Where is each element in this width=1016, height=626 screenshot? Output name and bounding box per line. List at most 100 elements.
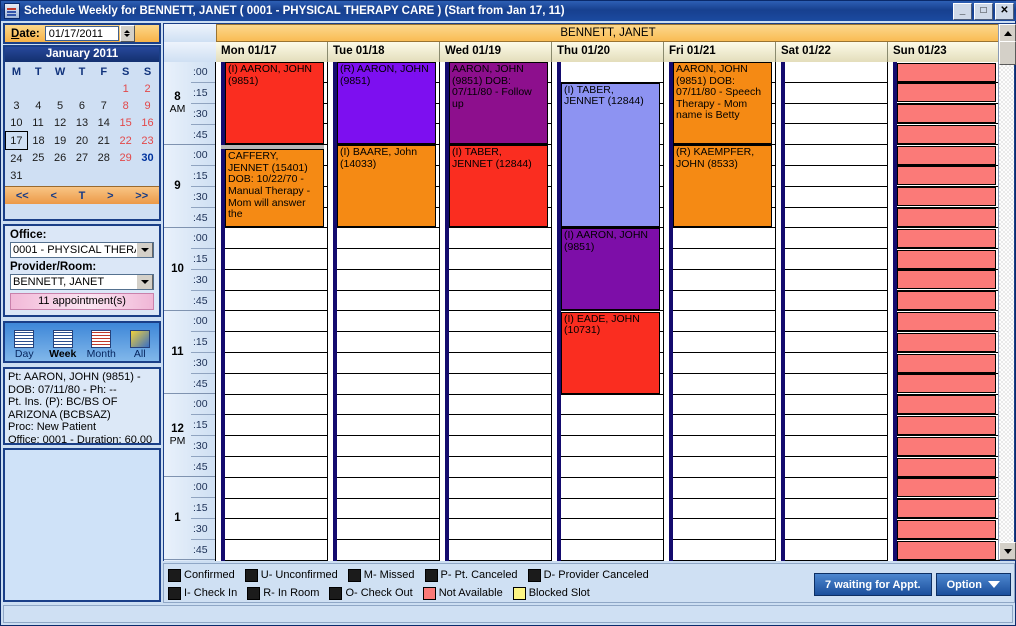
time-slot[interactable] [333,478,439,499]
scroll-down-button[interactable] [999,542,1016,560]
day-header[interactable]: Fri 01/21 [664,42,776,62]
time-slot[interactable] [781,187,887,208]
calendar-day-cell[interactable]: 6 [71,97,93,114]
date-input[interactable]: 01/17/2011 [44,26,119,41]
time-slot[interactable] [333,415,439,437]
time-slot[interactable] [781,104,887,125]
time-slot[interactable] [557,540,663,561]
time-slot[interactable] [445,457,551,478]
chevron-down-icon[interactable] [136,243,153,257]
time-slot[interactable] [781,83,887,104]
vertical-scrollbar[interactable] [998,24,1016,560]
time-slot[interactable] [669,436,775,458]
time-slot[interactable] [557,499,663,520]
cal-next-button[interactable]: > [107,190,113,202]
scroll-up-button[interactable] [999,24,1016,42]
time-slot[interactable] [781,124,887,146]
time-slot[interactable] [669,374,775,395]
time-slot[interactable] [557,415,663,437]
time-slot[interactable] [557,436,663,458]
time-slot[interactable] [781,228,887,250]
time-slot[interactable] [221,457,327,478]
time-slot[interactable] [781,436,887,458]
calendar-day-cell[interactable]: 15 [115,114,137,132]
time-slot[interactable] [781,208,887,229]
time-slot[interactable] [221,332,327,354]
scrollbar-track[interactable] [999,63,1014,543]
time-slot[interactable] [781,312,887,333]
time-slot[interactable] [333,291,439,312]
waiting-for-appt-button[interactable]: 7 waiting for Appt. [814,573,932,596]
day-column[interactable] [776,62,888,561]
cal-first-button[interactable]: << [16,190,29,202]
time-slot[interactable] [333,395,439,416]
time-slot[interactable] [781,374,887,395]
time-slot[interactable] [445,249,551,270]
view-mode-month[interactable]: Month [83,330,119,360]
time-slot[interactable] [221,436,327,458]
appointment-block[interactable]: (R) AARON, JOHN (9851) [337,62,436,145]
time-slot[interactable] [333,457,439,478]
time-slot[interactable] [781,519,887,541]
day-header[interactable]: Wed 01/19 [440,42,552,62]
view-mode-all[interactable]: All [122,330,158,360]
time-slot[interactable] [221,478,327,499]
calendar-body[interactable]: 1 2 3 4 5 6 7 8 9 10 11 12 13 14 15 16 17 18 19 20 21 22 23 24 2… [5,80,159,184]
time-slot[interactable] [333,249,439,270]
time-slot[interactable] [221,249,327,270]
day-column[interactable] [888,62,1000,561]
calendar-day-cell[interactable]: 5 [49,97,71,114]
time-slot[interactable] [781,145,887,166]
option-button[interactable]: Option [935,573,1011,596]
time-slot[interactable] [445,374,551,395]
cal-last-button[interactable]: >> [135,190,148,202]
maximize-button[interactable]: □ [974,3,993,20]
time-slot[interactable] [445,270,551,291]
calendar-day-cell[interactable]: 29 [115,150,137,168]
calendar-widget[interactable]: January 2011 MTWTFSS 1 2 3 4 5 6 7 8 9 10 11 12 13 14… [3,45,161,221]
time-slot[interactable] [781,166,887,187]
calendar-day-cell[interactable]: 3 [6,97,28,114]
time-slot[interactable] [669,353,775,374]
time-slot[interactable] [333,228,439,250]
calendar-day-cell[interactable]: 18 [27,132,49,150]
calendar-day-cell[interactable]: 28 [93,150,115,168]
time-slot[interactable] [557,478,663,499]
day-column[interactable]: (R) AARON, JOHN (9851) (I) BAARE, John (1… [328,62,440,561]
calendar-day-cell[interactable]: 24 [6,150,28,168]
day-column[interactable]: AARON, JOHN (9851) DOB: 07/11/80 - Follo… [440,62,552,561]
view-mode-day[interactable]: Day [6,330,42,360]
time-slot[interactable] [669,540,775,561]
time-slot[interactable] [781,499,887,520]
chevron-down-icon[interactable] [136,275,153,289]
day-header[interactable]: Sun 01/23 [888,42,1000,62]
office-select[interactable]: 0001 - PHYSICAL THERA [10,242,154,258]
time-slot[interactable] [333,499,439,520]
time-slot[interactable] [333,374,439,395]
time-slot[interactable] [445,478,551,499]
time-slot[interactable] [221,270,327,291]
calendar-day-cell[interactable]: 23 [137,132,159,150]
day-column[interactable]: AARON, JOHN (9851) DOB: 07/11/80 - Speec… [664,62,776,561]
day-header[interactable]: Thu 01/20 [552,42,664,62]
day-header[interactable]: Mon 01/17 [216,42,328,62]
time-slot[interactable] [221,519,327,541]
time-slot[interactable] [221,499,327,520]
calendar-day-cell[interactable]: 22 [115,132,137,150]
calendar-day-cell[interactable]: 1 [115,80,137,97]
appointment-block[interactable]: CAFFERY, JENNET (15401) DOB: 10/22/70 - … [225,149,324,228]
time-slot[interactable] [669,291,775,312]
time-slot[interactable] [669,415,775,437]
calendar-day-cell[interactable]: 7 [93,97,115,114]
time-slot[interactable] [445,415,551,437]
view-mode-bar[interactable]: Day Week Month All [3,321,161,363]
appointment-block[interactable]: (I) BAARE, John (14033) [337,145,436,228]
time-slot[interactable] [669,312,775,333]
time-slot[interactable] [557,62,663,83]
calendar-day-cell[interactable]: 8 [115,97,137,114]
date-spinner[interactable] [119,25,135,42]
time-slot[interactable] [557,457,663,478]
calendar-day-cell[interactable]: 4 [27,97,49,114]
day-header[interactable]: Tue 01/18 [328,42,440,62]
calendar-day-cell[interactable]: 10 [6,114,28,132]
